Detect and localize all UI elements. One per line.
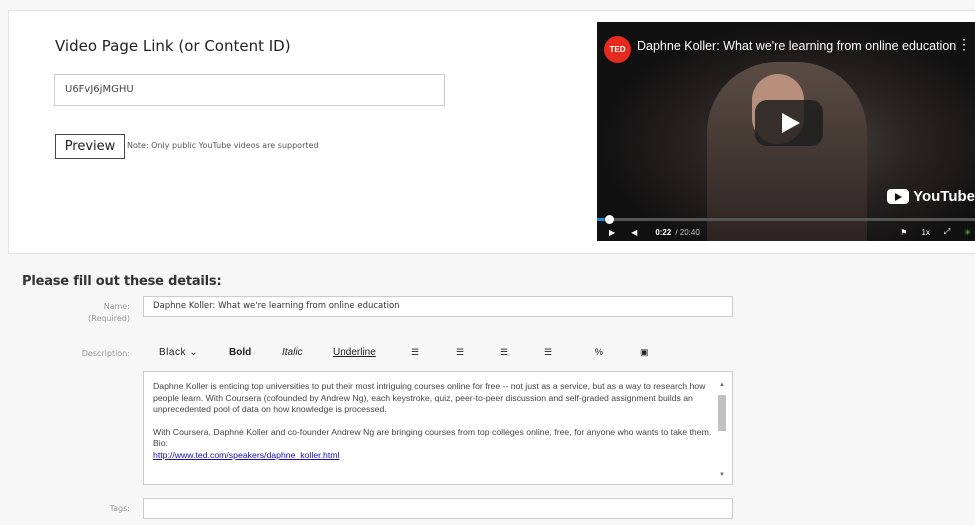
more-options-icon[interactable]: ⋮ <box>957 36 971 53</box>
total-time: / 20:40 <box>675 227 700 237</box>
bullet-list-icon[interactable]: ☰ <box>411 347 419 358</box>
italic-button[interactable]: Italic <box>282 347 303 358</box>
progress-bar[interactable] <box>597 218 975 221</box>
chevron-down-icon: ⌄ <box>189 347 199 358</box>
bold-button[interactable]: Bold <box>229 347 251 358</box>
content-id-input[interactable]: U6FvJ6jMGHU <box>54 74 445 106</box>
ted-logo[interactable]: TED <box>604 36 631 63</box>
fullscreen-icon[interactable]: ⤢ <box>944 227 950 237</box>
play-icon[interactable] <box>755 100 823 146</box>
description-label: Description: <box>81 349 130 358</box>
image-icon[interactable]: ▣ <box>640 347 649 358</box>
volume-icon[interactable]: ◀ <box>631 228 637 237</box>
current-time: 0:22 <box>655 227 672 237</box>
scroll-down-icon[interactable]: ▼ <box>719 470 725 482</box>
progress-fill <box>597 218 604 221</box>
flag-icon[interactable]: ⚑ <box>900 228 907 237</box>
description-editor[interactable]: Daphne Koller is enticing top universiti… <box>143 371 733 485</box>
outdent-icon[interactable]: ☰ <box>544 347 552 358</box>
tags-input[interactable] <box>143 498 733 519</box>
youtube-logo[interactable]: YouTube <box>887 188 975 205</box>
link-icon[interactable]: % <box>595 347 603 357</box>
color-dropdown[interactable]: Black ⌄ <box>159 347 198 358</box>
description-paragraph: With Coursera, Daphne Koller and co-foun… <box>153 426 712 449</box>
scroll-up-icon[interactable]: ▲ <box>719 380 725 392</box>
youtube-play-icon <box>887 189 910 204</box>
description-paragraph: Daphne Koller is enticing top universiti… <box>153 381 706 414</box>
preview-button[interactable]: Preview <box>55 134 125 159</box>
youtube-note: Note: Only public YouTube videos are sup… <box>127 141 319 150</box>
bio-link[interactable]: http://www.ted.com/speakers/daphne_kolle… <box>153 450 339 460</box>
youtube-wordmark: YouTube <box>913 188 975 205</box>
details-heading: Please fill out these details: <box>22 274 222 289</box>
player-controls: ▶ ◀ 0:22 / 20:40 ⚑ 1x ⤢ ✳ <box>597 223 975 241</box>
play-control-icon[interactable]: ▶ <box>609 228 615 237</box>
video-link-label: Video Page Link (or Content ID) <box>55 37 291 55</box>
video-title[interactable]: Daphne Koller: What we're learning from … <box>637 39 956 53</box>
name-label-text: Name: <box>103 302 130 311</box>
name-label: Name: (Required) <box>30 301 130 325</box>
name-input[interactable]: Daphne Koller: What we're learning from … <box>143 296 733 317</box>
name-required-text: (Required) <box>88 314 130 323</box>
underline-button[interactable]: Underline <box>333 347 376 358</box>
numbered-list-icon[interactable]: ☰ <box>456 347 464 358</box>
tags-label: Tags: <box>109 504 130 513</box>
color-value: Black <box>159 347 186 358</box>
video-player[interactable]: TED Daphne Koller: What we're learning f… <box>597 22 975 241</box>
scroll-thumb[interactable] <box>718 395 726 431</box>
speed-control[interactable]: 1x <box>921 228 929 237</box>
description-scrollbar[interactable]: ▲ ▼ <box>718 380 726 480</box>
indent-icon[interactable]: ☰ <box>500 347 508 358</box>
settings-icon[interactable]: ✳ <box>964 228 971 237</box>
description-toolbar: Black ⌄ Bold Italic Underline ☰ ☰ ☰ ☰ % … <box>143 343 733 363</box>
